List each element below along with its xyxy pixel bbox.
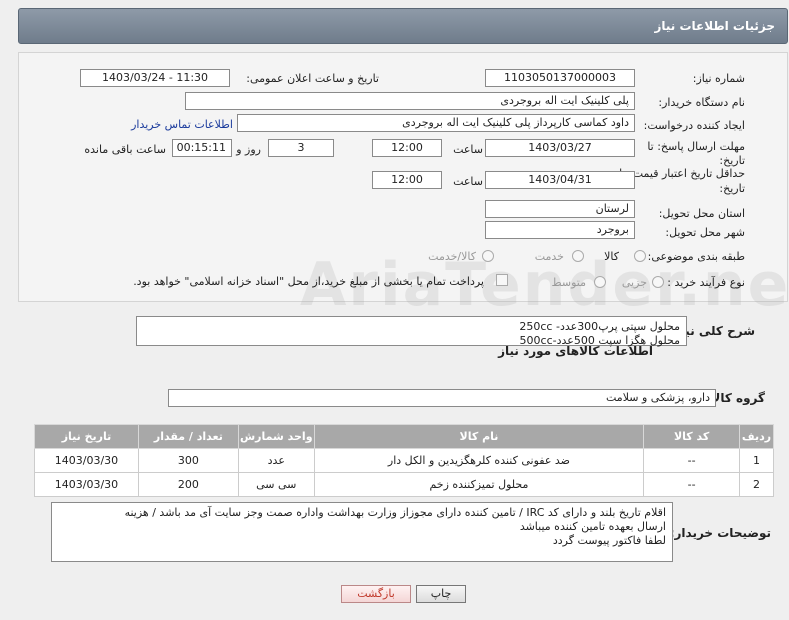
contact-info-link[interactable]: اطلاعات تماس خریدار [131,118,233,131]
page-title: جزئیات اطلاعات نیاز [654,19,775,33]
payment-note: پرداخت تمام یا بخشی از مبلغ خرید،از محل … [133,275,484,288]
notes-line-3: لطفا فاکتور پیوست گردد [552,534,666,547]
col-qty: تعداد / مقدار [137,424,239,449]
print-button[interactable]: چاپ [416,585,466,603]
province-field: لرستان [485,200,635,218]
reply-date-field: 1403/03/27 [485,139,635,157]
category-both-label: کالا/خدمت [428,250,476,263]
category-both-radio[interactable] [482,250,494,262]
goods-section-title: اطلاعات کالاهای مورد نیاز [498,344,653,358]
cell-code: -- [643,448,741,473]
creator-field: داود کماسی کارپرداز پلی کلینیک ایت اله ب… [237,114,635,132]
process-minor-label: جزیی [621,276,647,289]
cell-unit: سی سی [237,472,315,497]
reply-deadline-label-2: تاریخ: [719,154,745,167]
cell-unit: عدد [237,448,315,473]
process-label: نوع فرآیند خرید : [667,276,745,289]
col-code: کد کالا [643,424,741,449]
col-date: تاریخ نیاز [34,424,139,449]
table-row: 1 -- ضد عفونی کننده کلرهگزیدین و الکل دا… [34,448,774,473]
price-deadline-label-2: تاریخ: [719,182,745,195]
category-service-radio[interactable] [572,250,584,262]
reply-deadline-label: مهلت ارسال پاسخ: تا [647,140,745,153]
treasury-payment-checkbox[interactable] [496,274,508,286]
cell-code: -- [643,472,741,497]
reply-time-field: 12:00 [372,139,442,157]
col-name: نام کالا [313,424,645,449]
process-minor-radio[interactable] [652,276,664,288]
announce-field: 1403/03/24 - 11:30 [80,69,230,87]
reply-time-label: ساعت [453,143,483,156]
announce-label: تاریخ و ساعت اعلان عمومی: [246,72,379,85]
group-field: دارو، پزشکی و سلامت [168,389,716,407]
cell-date: 1403/03/30 [34,448,139,473]
remaining-label: ساعت باقی مانده [84,143,166,156]
cell-name: محلول تمیزکننده زخم [313,472,645,497]
days-field: 3 [268,139,334,157]
price-deadline-label: حداقل تاریخ اعتبار قیمت: تا [619,167,745,180]
process-medium-radio[interactable] [594,276,606,288]
creator-label: ایجاد کننده درخواست: [643,119,745,132]
days-label: روز و [236,143,261,156]
summary-line-1: محلول سپتی پرپ300عدد- 250cc [519,320,680,333]
cell-qty: 300 [137,448,239,473]
cell-date: 1403/03/30 [34,472,139,497]
category-label: طبقه بندی موضوعی: [647,250,745,263]
price-time-field: 12:00 [372,171,442,189]
need-number-label: شماره نیاز: [692,72,745,85]
notes-line-1: اقلام تاریخ بلند و دارای کد IRC / تامین … [124,506,666,519]
price-time-label: ساعت [453,175,483,188]
city-label: شهر محل تحویل: [665,226,745,239]
process-medium-label: متوسط [551,276,586,289]
need-number-field: 1103050137000003 [485,69,635,87]
back-button[interactable]: بازگشت [341,585,411,603]
cell-qty: 200 [137,472,239,497]
summary-textarea: محلول سپتی پرپ300عدد- 250cc محلول هگزا س… [136,316,687,347]
category-goods-label: کالا [604,250,619,263]
buyer-org-field: پلی کلینیک ایت اله بروجردی [185,92,635,110]
col-unit: واحد شمارش [237,424,315,449]
table-row: 2 -- محلول تمیزکننده زخم سی سی 200 1403/… [34,472,774,497]
notes-line-2: ارسال بعهده تامین کننده میباشد [519,520,666,533]
city-field: بروجرد [485,221,635,239]
col-row: ردیف [739,424,774,449]
page-header: جزئیات اطلاعات نیاز [18,8,788,44]
cell-row: 1 [739,448,774,473]
buyer-org-label: نام دستگاه خریدار: [658,96,745,109]
province-label: استان محل تحویل: [658,207,745,220]
price-date-field: 1403/04/31 [485,171,635,189]
category-service-label: خدمت [534,250,564,263]
notes-textarea: اقلام تاریخ بلند و دارای کد IRC / تامین … [51,502,673,562]
cell-name: ضد عفونی کننده کلرهگزیدین و الکل دار [313,448,645,473]
items-table: ردیف کد کالا نام کالا واحد شمارش تعداد /… [34,424,774,497]
remaining-time-field: 00:15:11 [172,139,232,157]
cell-row: 2 [739,472,774,497]
notes-label: توضیحات خریدار: [669,526,771,540]
table-header-row: ردیف کد کالا نام کالا واحد شمارش تعداد /… [34,424,774,449]
category-goods-radio[interactable] [634,250,646,262]
